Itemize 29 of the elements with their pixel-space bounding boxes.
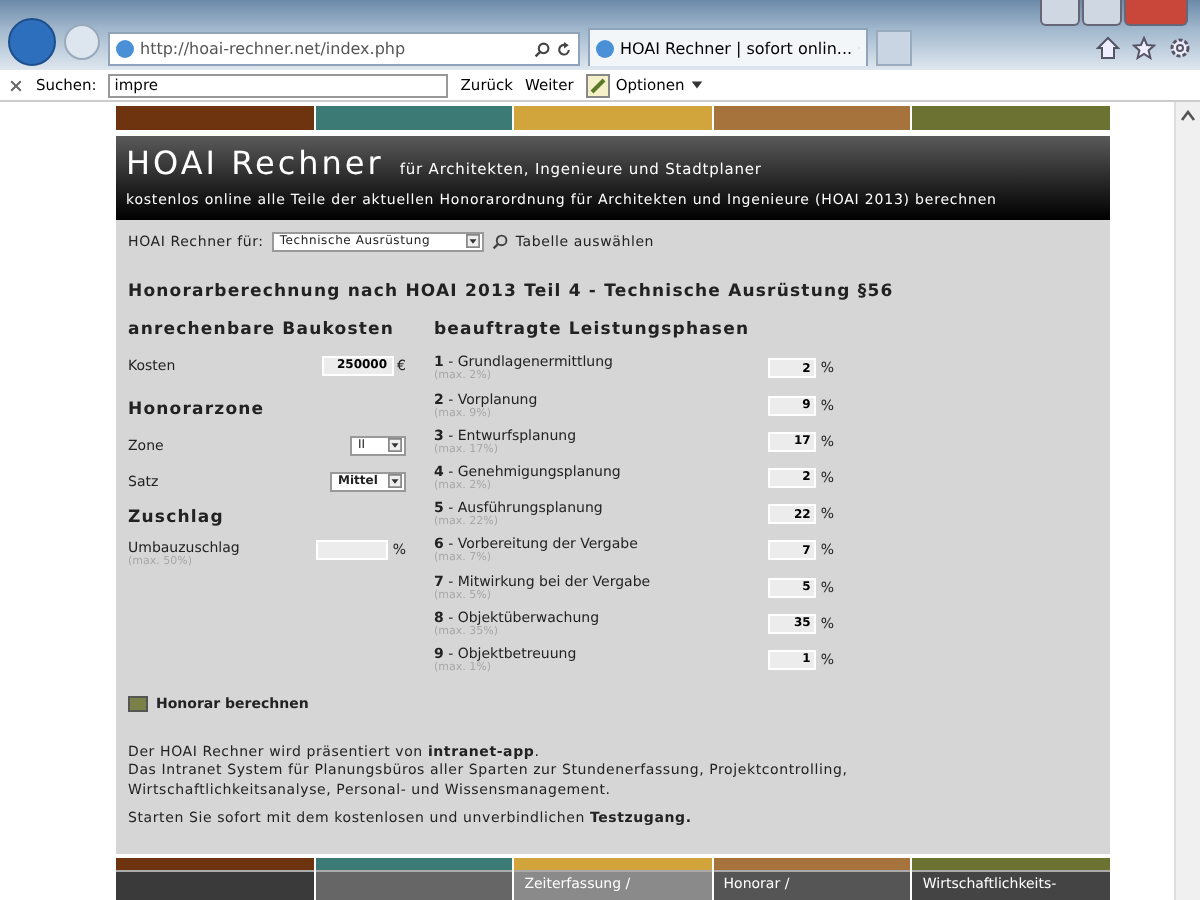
home-icon[interactable] <box>1096 36 1120 60</box>
refresh-icon[interactable] <box>556 41 572 57</box>
pencil-icon <box>585 73 610 97</box>
maximize-button[interactable] <box>1082 0 1122 26</box>
address-bar[interactable]: http://hoai-rechner.net/index.php <box>108 32 580 66</box>
section-heading: Zuschlag <box>128 507 226 528</box>
surcharge-field[interactable] <box>316 539 389 560</box>
section-heading: Honorarzone <box>128 399 267 420</box>
scroll-up-icon[interactable] <box>1180 110 1196 122</box>
search-icon[interactable] <box>491 233 508 250</box>
section-heading: Honorarberechnung nach HOAI 2013 Teil 4 - Technische Ausrüstung §56 <box>128 281 896 302</box>
minimize-button[interactable] <box>1040 0 1080 26</box>
search-icon[interactable] <box>534 41 550 57</box>
caret-icon <box>465 234 480 249</box>
page-icon <box>596 39 614 57</box>
tab-title: HOAI Rechner | sofort onlin... <box>620 39 853 57</box>
star-icon[interactable] <box>1132 36 1156 60</box>
back-button[interactable] <box>8 18 56 66</box>
caret-icon <box>690 78 705 92</box>
section-heading: anrechenbare Baukosten <box>128 319 397 340</box>
section-heading: beauftragte Leistungsphasen <box>434 319 752 340</box>
caret-icon <box>388 438 402 453</box>
browser-tab[interactable]: HOAI Rechner | sofort onlin... <box>588 28 868 66</box>
page-icon <box>116 40 134 58</box>
caret-icon <box>388 474 402 489</box>
site-title: HOAI Rechner <box>126 143 384 182</box>
scrollbar[interactable] <box>1174 102 1200 900</box>
settings-icon[interactable] <box>1168 36 1192 60</box>
address-text: http://hoai-rechner.net/index.php <box>140 40 408 58</box>
